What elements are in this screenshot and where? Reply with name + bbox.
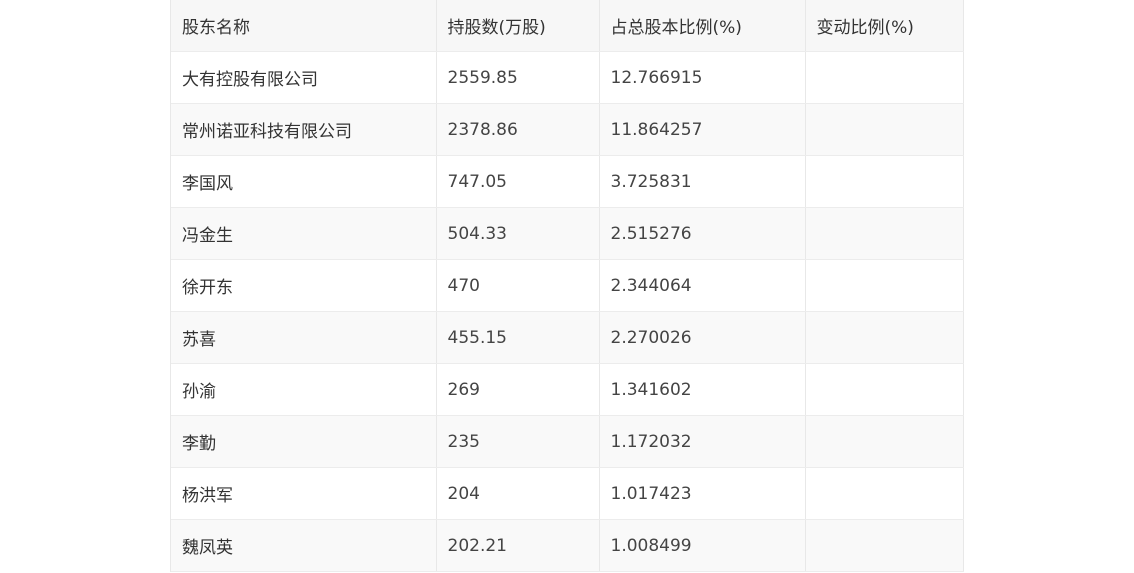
table-row: 杨洪军 204 1.017423 [171, 467, 964, 520]
shareholder-name-cell: 苏喜 [171, 311, 437, 364]
change-ratio-cell [805, 155, 964, 208]
share-ratio-cell: 12.766915 [599, 51, 806, 104]
shares-held-cell: 204 [436, 467, 600, 520]
header-row: 股东名称 持股数(万股) 占总股本比例(%) 变动比例(%) [171, 0, 964, 52]
change-ratio-cell [805, 207, 964, 260]
shareholder-name-cell: 孙渝 [171, 363, 437, 416]
table-row: 魏凤英 202.21 1.008499 [171, 519, 964, 572]
shareholder-name-cell: 魏凤英 [171, 519, 437, 572]
table-body: 大有控股有限公司 2559.85 12.766915 常州诺亚科技有限公司 23… [171, 51, 964, 572]
share-ratio-cell: 2.344064 [599, 259, 806, 312]
header-change-ratio: 变动比例(%) [805, 0, 964, 52]
table-row: 李勤 235 1.172032 [171, 415, 964, 468]
shares-held-cell: 504.33 [436, 207, 600, 260]
shareholder-name-cell: 常州诺亚科技有限公司 [171, 103, 437, 156]
share-ratio-cell: 1.017423 [599, 467, 806, 520]
shareholder-name-cell: 李勤 [171, 415, 437, 468]
shareholder-name-cell: 徐开东 [171, 259, 437, 312]
shareholder-name-cell: 大有控股有限公司 [171, 51, 437, 104]
table-row: 李国风 747.05 3.725831 [171, 155, 964, 208]
header-shares-held: 持股数(万股) [436, 0, 600, 52]
table-row: 大有控股有限公司 2559.85 12.766915 [171, 51, 964, 104]
change-ratio-cell [805, 415, 964, 468]
share-ratio-cell: 11.864257 [599, 103, 806, 156]
share-ratio-cell: 2.515276 [599, 207, 806, 260]
table-header: 股东名称 持股数(万股) 占总股本比例(%) 变动比例(%) [171, 0, 964, 52]
shareholder-name-cell: 冯金生 [171, 207, 437, 260]
table-row: 孙渝 269 1.341602 [171, 363, 964, 416]
shareholder-name-cell: 杨洪军 [171, 467, 437, 520]
shares-held-cell: 2378.86 [436, 103, 600, 156]
change-ratio-cell [805, 51, 964, 104]
share-ratio-cell: 1.341602 [599, 363, 806, 416]
change-ratio-cell [805, 103, 964, 156]
shares-held-cell: 269 [436, 363, 600, 416]
shareholder-name-cell: 李国风 [171, 155, 437, 208]
table-row: 冯金生 504.33 2.515276 [171, 207, 964, 260]
change-ratio-cell [805, 467, 964, 520]
share-ratio-cell: 3.725831 [599, 155, 806, 208]
header-share-ratio: 占总股本比例(%) [599, 0, 806, 52]
shares-held-cell: 202.21 [436, 519, 600, 572]
table-row: 常州诺亚科技有限公司 2378.86 11.864257 [171, 103, 964, 156]
table-row: 徐开东 470 2.344064 [171, 259, 964, 312]
change-ratio-cell [805, 519, 964, 572]
shares-held-cell: 470 [436, 259, 600, 312]
shares-held-cell: 235 [436, 415, 600, 468]
share-ratio-cell: 2.270026 [599, 311, 806, 364]
shares-held-cell: 2559.85 [436, 51, 600, 104]
shareholder-table-container: 股东名称 持股数(万股) 占总股本比例(%) 变动比例(%) 大有控股有限公司 … [170, 0, 964, 572]
change-ratio-cell [805, 259, 964, 312]
shareholder-table: 股东名称 持股数(万股) 占总股本比例(%) 变动比例(%) 大有控股有限公司 … [171, 0, 964, 572]
change-ratio-cell [805, 311, 964, 364]
shares-held-cell: 747.05 [436, 155, 600, 208]
share-ratio-cell: 1.172032 [599, 415, 806, 468]
table-row: 苏喜 455.15 2.270026 [171, 311, 964, 364]
header-shareholder-name: 股东名称 [171, 0, 437, 52]
change-ratio-cell [805, 363, 964, 416]
shares-held-cell: 455.15 [436, 311, 600, 364]
share-ratio-cell: 1.008499 [599, 519, 806, 572]
